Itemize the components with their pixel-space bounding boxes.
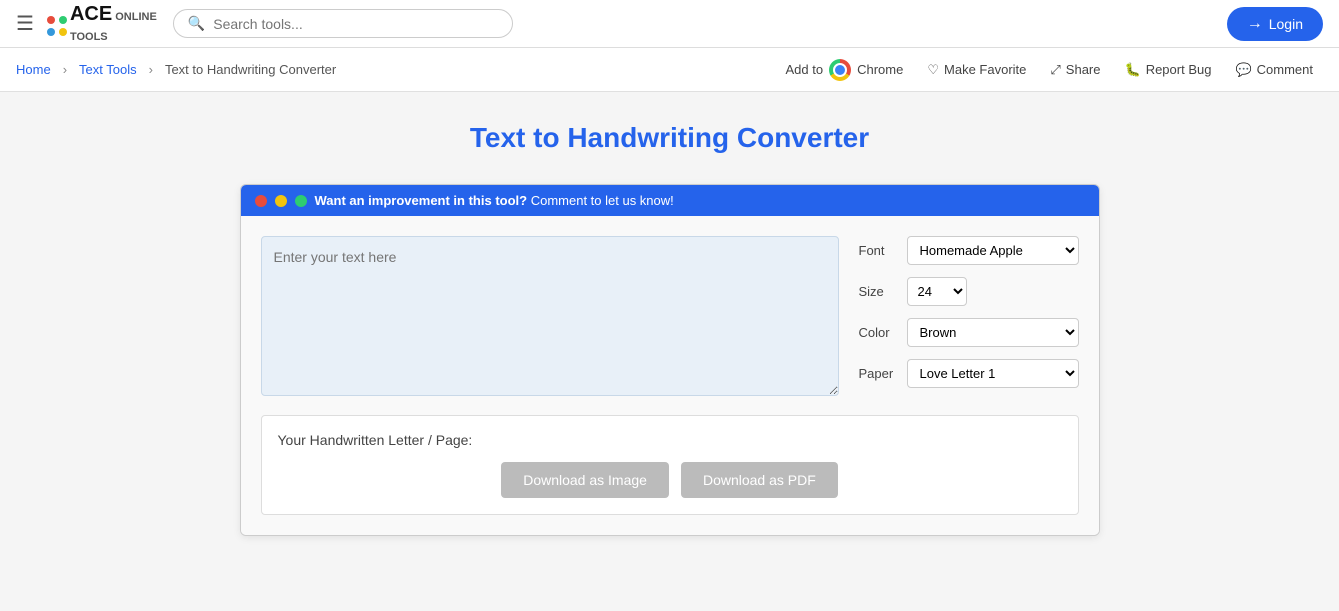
breadcrumb-current: Text to Handwriting Converter — [165, 62, 336, 77]
text-input-area — [261, 236, 839, 399]
tool-controls: Font Homemade Apple Dancing Script Cavea… — [859, 236, 1079, 388]
logo-dot-red — [47, 16, 55, 24]
breadcrumb-sep-2: › — [149, 62, 153, 77]
comment-button[interactable]: 💬 Comment — [1225, 56, 1323, 84]
report-bug-label: Report Bug — [1146, 62, 1212, 77]
logo-dot-green — [59, 16, 67, 24]
window-dot-yellow — [275, 195, 287, 207]
breadcrumb-bar: Home › Text Tools › Text to Handwriting … — [0, 48, 1339, 92]
share-icon: ⤢ — [1050, 62, 1060, 78]
logo-dot-yellow — [59, 28, 67, 36]
color-label: Color — [859, 325, 899, 340]
breadcrumb-section: Home › Text Tools › Text to Handwriting … — [16, 62, 336, 77]
paper-control-row: Paper Love Letter 1 Love Letter 2 Plain … — [859, 359, 1079, 388]
download-pdf-button[interactable]: Download as PDF — [681, 462, 838, 498]
breadcrumb-actions: Add to Chrome ♡ Make Favorite ⤢ Share 🐛 … — [776, 53, 1323, 87]
make-favorite-label: Make Favorite — [944, 62, 1026, 77]
make-favorite-button[interactable]: ♡ Make Favorite — [917, 56, 1036, 84]
comment-icon: 💬 — [1235, 62, 1251, 78]
share-label: Share — [1066, 62, 1101, 77]
add-to-label: Add to — [786, 62, 824, 77]
font-control-row: Font Homemade Apple Dancing Script Cavea… — [859, 236, 1079, 265]
download-image-button[interactable]: Download as Image — [501, 462, 669, 498]
login-button[interactable]: → Login — [1227, 7, 1323, 41]
login-icon: → — [1247, 15, 1263, 33]
size-control-row: Size 16 20 24 28 32 — [859, 277, 1079, 306]
login-label: Login — [1269, 16, 1303, 32]
chrome-icon — [829, 59, 851, 81]
paper-label: Paper — [859, 366, 899, 381]
font-label: Font — [859, 243, 899, 258]
color-select[interactable]: Brown Black Blue Red — [907, 318, 1079, 347]
share-button[interactable]: ⤢ Share — [1040, 56, 1110, 84]
logo-dot-blue — [47, 28, 55, 36]
search-input[interactable] — [213, 16, 498, 32]
search-bar: 🔍 — [173, 9, 513, 38]
tool-main-row: Font Homemade Apple Dancing Script Cavea… — [261, 236, 1079, 399]
color-control-row: Color Brown Black Blue Red — [859, 318, 1079, 347]
topbar: ☰ ACE ONLINETOOLS 🔍 → Login — [0, 0, 1339, 48]
output-buttons: Download as Image Download as PDF — [278, 462, 1062, 498]
breadcrumb-home[interactable]: Home — [16, 62, 51, 77]
heart-icon: ♡ — [927, 62, 939, 78]
output-section: Your Handwritten Letter / Page: Download… — [261, 415, 1079, 515]
report-bug-button[interactable]: 🐛 Report Bug — [1115, 56, 1222, 84]
bug-icon: 🐛 — [1125, 62, 1141, 78]
titlebar-notice: Want an improvement in this tool? Commen… — [315, 193, 674, 208]
tool-body: Font Homemade Apple Dancing Script Cavea… — [241, 216, 1099, 535]
logo[interactable]: ACE ONLINETOOLS — [46, 4, 157, 44]
breadcrumb-sep-1: › — [63, 62, 67, 77]
page-title: Text to Handwriting Converter — [20, 122, 1319, 154]
chrome-label: Chrome — [857, 62, 903, 77]
topbar-right: → Login — [1227, 7, 1323, 41]
comment-label: Comment — [1257, 62, 1313, 77]
tool-window: Want an improvement in this tool? Commen… — [240, 184, 1100, 536]
window-dot-red — [255, 195, 267, 207]
size-label: Size — [859, 284, 899, 299]
size-select[interactable]: 16 20 24 28 32 — [907, 277, 967, 306]
main-content: Text to Handwriting Converter Want an im… — [0, 92, 1339, 556]
menu-icon[interactable]: ☰ — [16, 11, 34, 36]
window-dot-green — [295, 195, 307, 207]
search-icon: 🔍 — [188, 15, 205, 32]
tool-titlebar: Want an improvement in this tool? Commen… — [241, 185, 1099, 216]
output-title: Your Handwritten Letter / Page: — [278, 432, 1062, 448]
text-input[interactable] — [261, 236, 839, 396]
font-select[interactable]: Homemade Apple Dancing Script Caveat Pac… — [907, 236, 1079, 265]
paper-select[interactable]: Love Letter 1 Love Letter 2 Plain White … — [907, 359, 1079, 388]
breadcrumb-text-tools[interactable]: Text Tools — [79, 62, 137, 77]
add-to-chrome-button[interactable]: Add to Chrome — [776, 53, 914, 87]
